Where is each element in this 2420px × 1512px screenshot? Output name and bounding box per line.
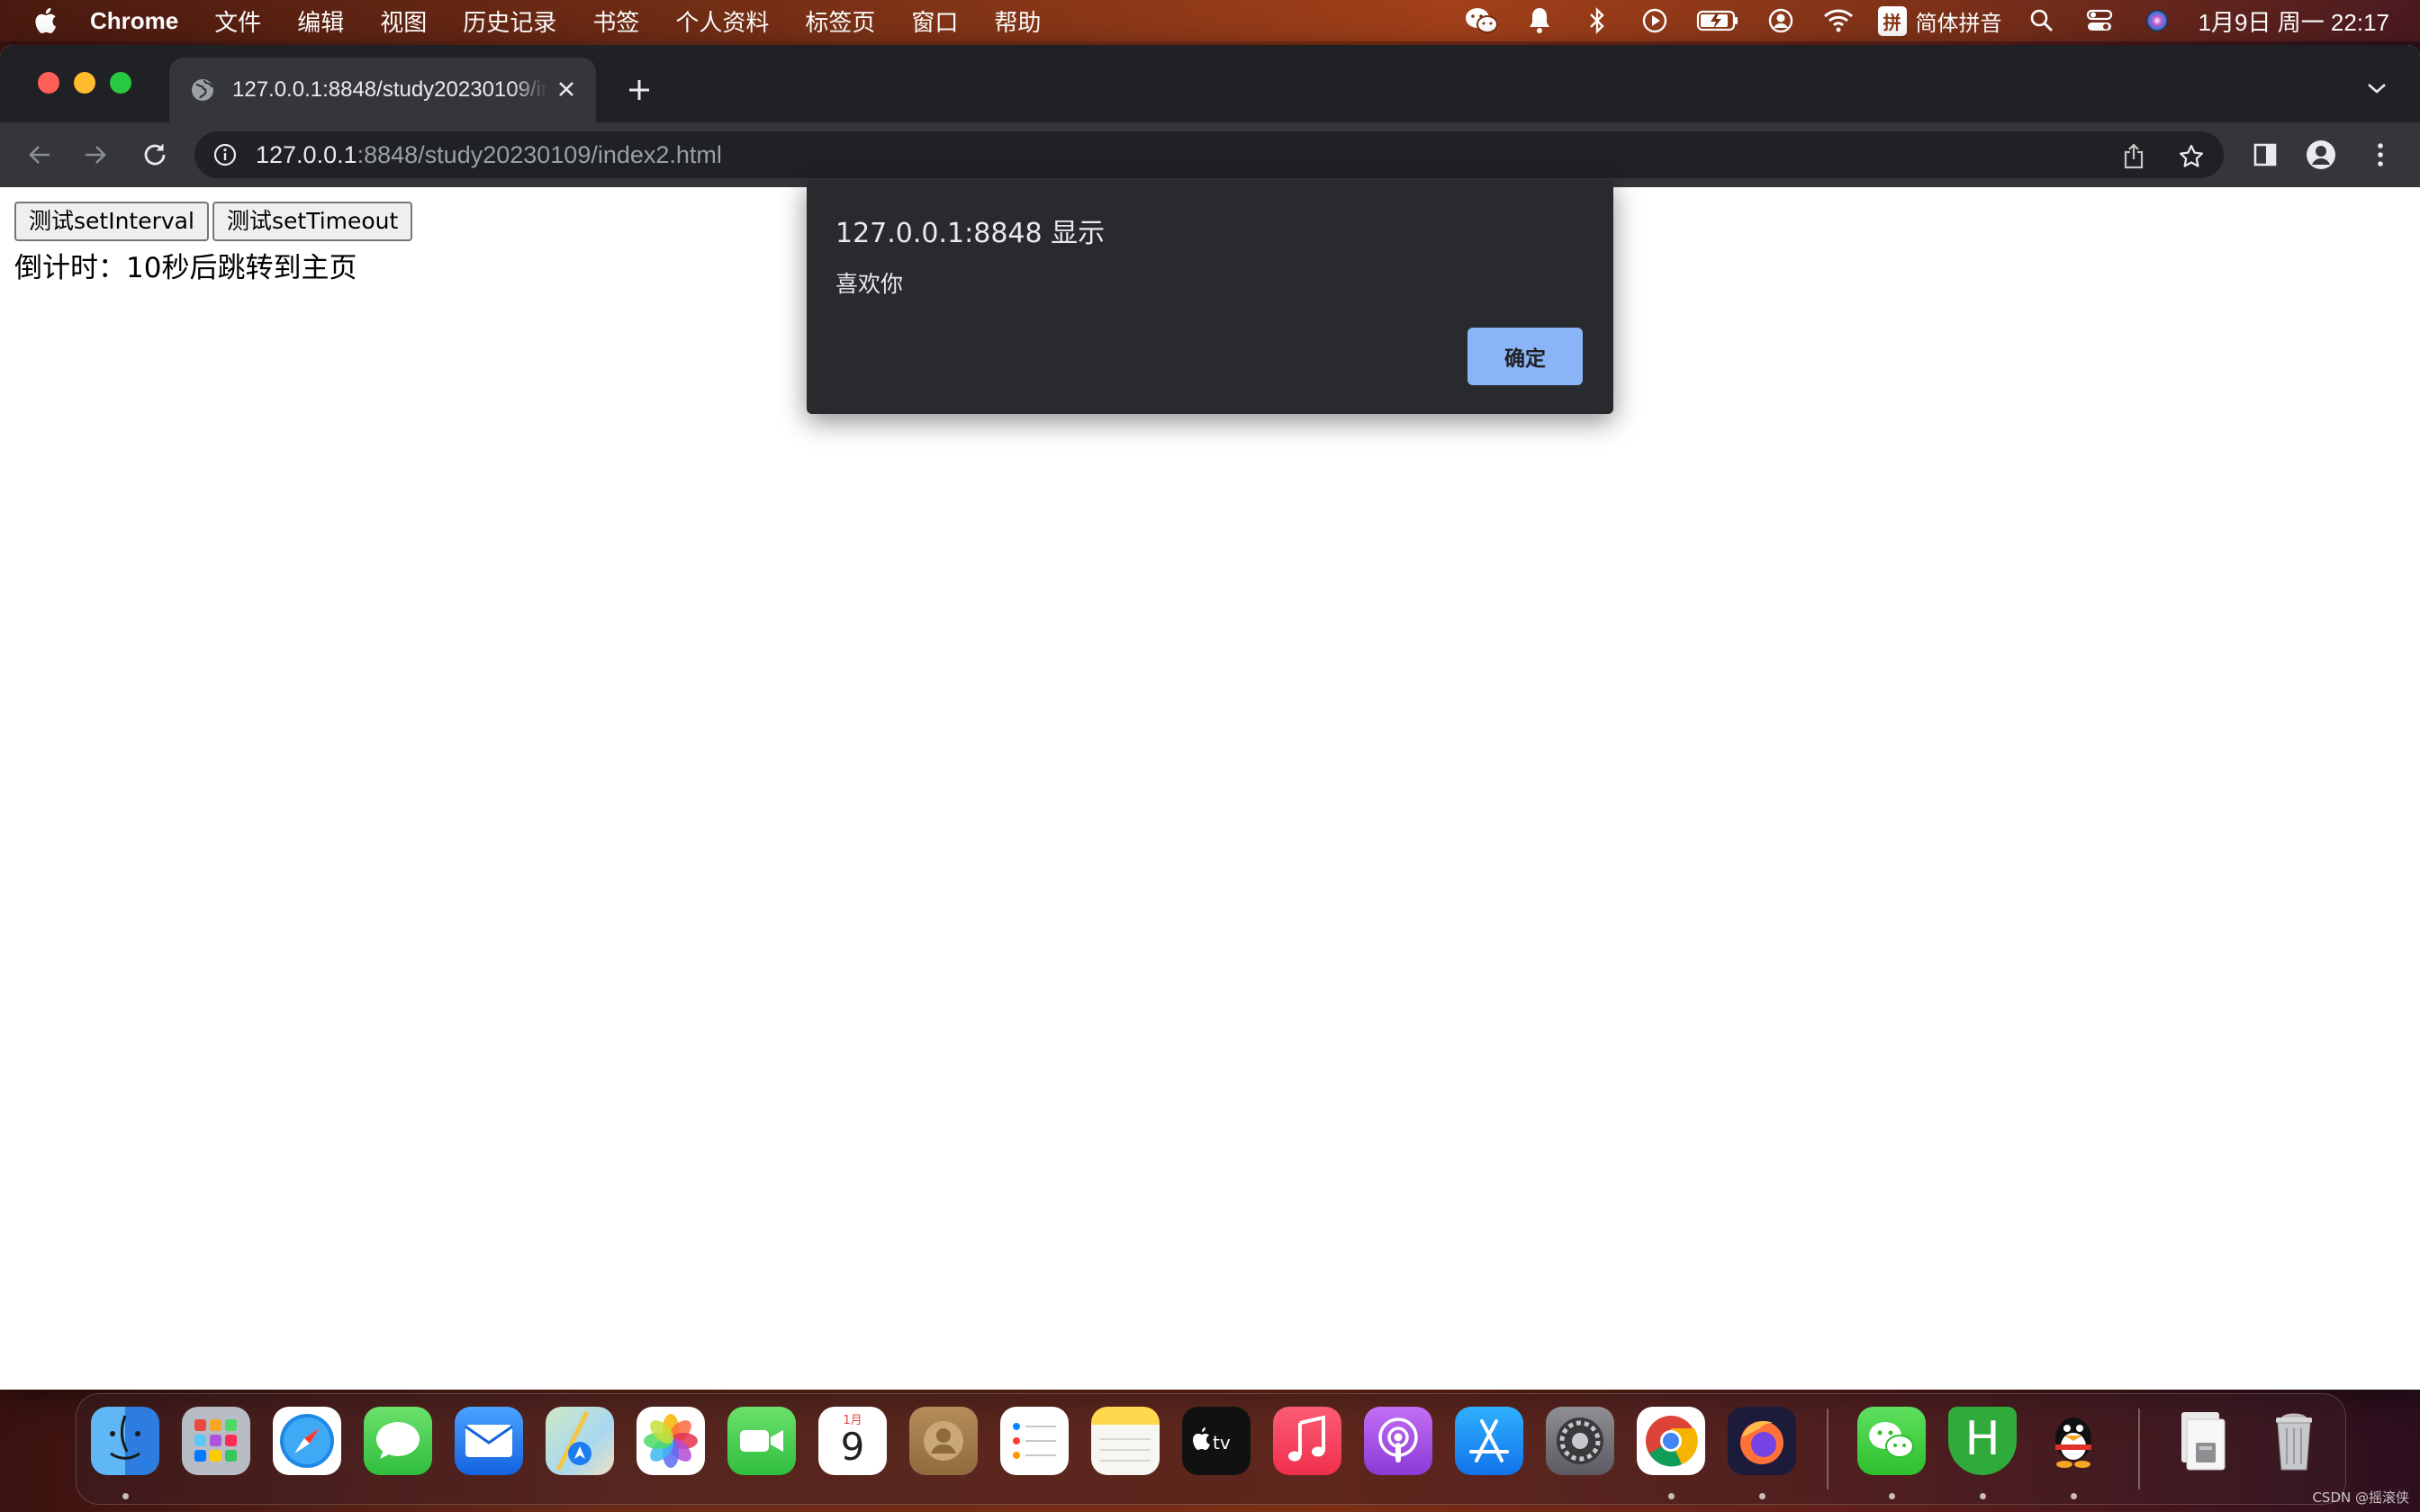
- globe-icon: [189, 76, 216, 104]
- menubar-clock[interactable]: 1月9日 周一 22:17: [2199, 4, 2389, 38]
- window-maximize-button[interactable]: [110, 72, 131, 94]
- back-arrow-icon[interactable]: [20, 135, 59, 175]
- countdown-text: 倒计时：10秒后跳转到主页: [14, 252, 357, 284]
- svg-text:tv: tv: [1213, 1432, 1231, 1454]
- set-interval-button[interactable]: 测试setInterval: [14, 202, 209, 241]
- tab-strip: 127.0.0.1:8848/study20230109/index2.html: [0, 45, 2420, 122]
- play-icon[interactable]: [1637, 5, 1673, 36]
- reload-icon[interactable]: [135, 135, 175, 175]
- dock-trash-icon[interactable]: [2260, 1407, 2328, 1475]
- dock-messages-icon[interactable]: [364, 1407, 432, 1475]
- tab-title: 127.0.0.1:8848/study20230109/index2.html: [232, 77, 547, 103]
- dock-app-store-icon[interactable]: [1455, 1407, 1523, 1475]
- menu-view[interactable]: 视图: [380, 4, 427, 38]
- site-info-icon[interactable]: [212, 142, 238, 167]
- forward-arrow-icon[interactable]: [76, 135, 115, 175]
- dock-separator: [2138, 1408, 2140, 1490]
- menu-file[interactable]: 文件: [214, 4, 261, 38]
- menu-profiles[interactable]: 个人资料: [675, 4, 769, 38]
- dock-launchpad-icon[interactable]: [182, 1407, 250, 1475]
- dock-downloads-stack-icon[interactable]: [2169, 1407, 2237, 1475]
- alert-title: 127.0.0.1:8848 显示: [835, 218, 1106, 249]
- dock-separator: [1827, 1408, 1829, 1490]
- notification-bell-icon[interactable]: [1522, 5, 1558, 36]
- menu-help[interactable]: 帮助: [994, 4, 1041, 38]
- url-host: 127.0.0.1: [256, 141, 357, 168]
- dock-running-dot: [1668, 1493, 1675, 1499]
- wechat-icon[interactable]: [1464, 5, 1500, 36]
- dock-system-preferences-icon[interactable]: [1546, 1407, 1614, 1475]
- url-path: :8848/study20230109/index2.html: [357, 141, 722, 168]
- new-tab-plus-icon[interactable]: [619, 70, 659, 110]
- bluetooth-icon[interactable]: [1579, 5, 1615, 36]
- dock-hbuilder-icon[interactable]: H: [1948, 1407, 2017, 1475]
- dock-finder-icon[interactable]: [91, 1407, 159, 1475]
- search-icon[interactable]: [2024, 5, 2060, 36]
- menu-tab[interactable]: 标签页: [805, 4, 875, 38]
- menu-edit[interactable]: 编辑: [297, 4, 344, 38]
- dock-running-dot: [1759, 1493, 1765, 1499]
- dock-apple-tv-icon[interactable]: tv: [1182, 1407, 1251, 1475]
- dock-maps-icon[interactable]: [546, 1407, 614, 1475]
- url-text[interactable]: 127.0.0.1:8848/study20230109/index2.html: [256, 141, 722, 169]
- wifi-icon[interactable]: [1820, 5, 1856, 36]
- dock-photos-icon[interactable]: [637, 1407, 705, 1475]
- browser-toolbar: 127.0.0.1:8848/study20230109/index2.html: [0, 122, 2420, 188]
- dock-contacts-icon[interactable]: [909, 1407, 978, 1475]
- hbuilder-letter: H: [1964, 1412, 2000, 1466]
- dock-wechat-icon[interactable]: [1857, 1407, 1926, 1475]
- menu-bookmarks[interactable]: 书签: [592, 4, 639, 38]
- dock-facetime-icon[interactable]: [727, 1407, 796, 1475]
- alert-message: 喜欢你: [835, 271, 904, 297]
- battery-icon[interactable]: [1694, 5, 1741, 36]
- macos-dock: 1月 9 tv H: [76, 1393, 2346, 1505]
- dock-safari-icon[interactable]: [273, 1407, 341, 1475]
- side-panel-icon[interactable]: [2245, 135, 2285, 175]
- dock-running-dot: [1889, 1493, 1895, 1499]
- tab-close-icon[interactable]: [553, 76, 580, 103]
- window-close-button[interactable]: [38, 72, 59, 94]
- ime-badge[interactable]: 拼: [1877, 5, 1907, 36]
- control-center-icon[interactable]: [2081, 5, 2118, 36]
- alert-ok-button[interactable]: 确定: [1467, 328, 1583, 385]
- dock-mail-icon[interactable]: [455, 1407, 523, 1475]
- menu-app-name[interactable]: Chrome: [90, 7, 178, 35]
- dock-calendar-icon[interactable]: 1月 9: [818, 1407, 887, 1475]
- dock-notes-icon[interactable]: [1091, 1407, 1160, 1475]
- apple-menu-icon[interactable]: [32, 5, 59, 36]
- user-icon[interactable]: [1763, 5, 1799, 36]
- dock-music-icon[interactable]: [1273, 1407, 1341, 1475]
- dock-reminders-icon[interactable]: [1000, 1407, 1069, 1475]
- macos-menu-bar: Chrome 文件 编辑 视图 历史记录 书签 个人资料 标签页 窗口 帮助 拼…: [0, 0, 2420, 41]
- javascript-alert-dialog: 127.0.0.1:8848 显示 喜欢你 确定: [807, 180, 1613, 414]
- menu-window[interactable]: 窗口: [911, 4, 958, 38]
- dock-running-dot: [122, 1493, 129, 1499]
- csdn-watermark: CSDN @摇滚侠: [2312, 1490, 2409, 1506]
- dock-running-dot: [2071, 1493, 2077, 1499]
- dock-podcasts-icon[interactable]: [1364, 1407, 1432, 1475]
- siri-icon[interactable]: [2139, 5, 2175, 36]
- tab-search-chevron-icon[interactable]: [2359, 70, 2395, 106]
- chrome-menu-kebab-icon[interactable]: [2361, 135, 2400, 175]
- ime-label[interactable]: 简体拼音: [1916, 5, 2002, 37]
- bookmark-star-icon[interactable]: [2173, 139, 2209, 175]
- share-icon[interactable]: [2116, 139, 2152, 175]
- dock-firefox-icon[interactable]: [1728, 1407, 1796, 1475]
- dock-running-dot: [1980, 1493, 1986, 1499]
- dock-chrome-icon[interactable]: [1637, 1407, 1705, 1475]
- menu-history[interactable]: 历史记录: [463, 4, 556, 38]
- address-bar[interactable]: 127.0.0.1:8848/study20230109/index2.html: [194, 131, 2224, 178]
- window-minimize-button[interactable]: [74, 72, 95, 94]
- calendar-day: 9: [840, 1425, 865, 1469]
- dock-qq-icon[interactable]: [2039, 1407, 2108, 1475]
- profile-avatar-icon[interactable]: [2301, 135, 2341, 175]
- set-timeout-button[interactable]: 测试setTimeout: [212, 202, 413, 241]
- browser-tab-active[interactable]: 127.0.0.1:8848/study20230109/index2.html: [169, 58, 596, 122]
